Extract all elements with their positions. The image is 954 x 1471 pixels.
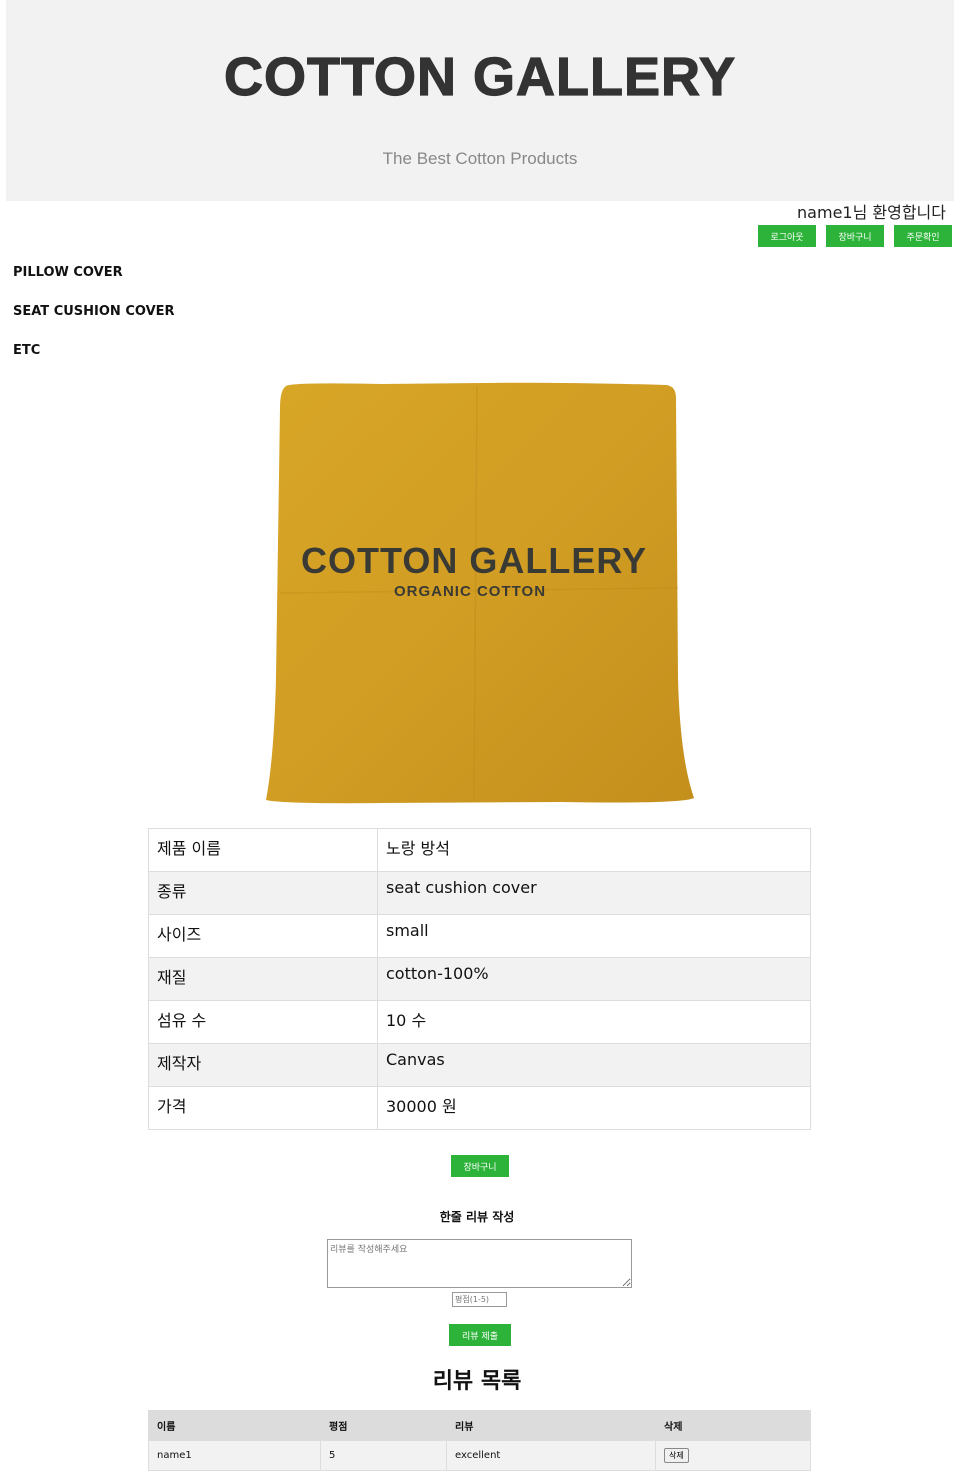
detail-value: small [377,914,811,958]
review-header-row: 이름 평점 리뷰 삭제 [148,1410,811,1441]
detail-label: 가격 [148,1086,378,1130]
product-details-table: 제품 이름 노랑 방석 종류 seat cushion cover 사이즈 sm… [148,828,811,1130]
user-actions: 로그아웃 장바구니 주문확인 [758,225,952,247]
detail-label: 종류 [148,871,378,915]
submit-review-button[interactable]: 리뷰 제출 [449,1324,511,1346]
table-row: 사이즈 small [148,914,811,958]
table-row: 재질 cotton-100% [148,957,811,1001]
nav-item-seat-cushion-cover[interactable]: SEAT CUSHION COVER [13,303,175,342]
table-row: 제작자 Canvas [148,1043,811,1087]
detail-label: 재질 [148,957,378,1001]
table-row: 종류 seat cushion cover [148,871,811,915]
review-form-heading: 한줄 리뷰 작성 [439,1210,515,1224]
detail-value: cotton-100% [377,957,811,1001]
detail-value: 10 수 [377,1000,811,1044]
detail-label: 제작자 [148,1043,378,1087]
site-header: COTTON GALLERY The Best Cotton Products [6,0,954,201]
review-list-heading: 리뷰 목록 [432,1369,522,1394]
fabric-brand-subtext: ORGANIC COTTON [394,583,546,600]
column-header-rating: 평점 [320,1410,447,1441]
cart-nav-button[interactable]: 장바구니 [826,225,884,247]
detail-value: seat cushion cover [377,871,811,915]
table-row: 가격 30000 원 [148,1086,811,1130]
table-row: 제품 이름 노랑 방석 [148,828,811,872]
product-image: COTTON GALLERY ORGANIC COTTON [266,382,694,804]
column-header-name: 이름 [148,1410,321,1441]
rating-input[interactable] [452,1292,507,1307]
review-table: 이름 평점 리뷰 삭제 name1 5 excellent 삭제 [148,1410,811,1471]
logout-button[interactable]: 로그아웃 [758,225,816,247]
table-row: name1 5 excellent 삭제 [148,1440,811,1471]
review-text: excellent [446,1440,656,1471]
add-to-cart-button[interactable]: 장바구니 [451,1155,509,1177]
review-text-input[interactable] [327,1239,632,1288]
fabric-brand-text: COTTON GALLERY [301,540,647,581]
column-header-delete: 삭제 [655,1410,811,1441]
delete-review-button[interactable]: 삭제 [664,1448,689,1463]
detail-value: 노랑 방석 [377,828,811,872]
site-title: COTTON GALLERY [223,46,736,107]
table-row: 섬유 수 10 수 [148,1000,811,1044]
category-nav: PILLOW COVER SEAT CUSHION COVER ETC [13,264,175,381]
review-delete-cell: 삭제 [655,1440,811,1471]
welcome-message: name1님 환영합니다 [797,203,946,222]
review-name: name1 [148,1440,321,1471]
nav-item-etc[interactable]: ETC [13,342,175,381]
detail-label: 섬유 수 [148,1000,378,1044]
nav-item-pillow-cover[interactable]: PILLOW COVER [13,264,175,303]
column-header-review: 리뷰 [446,1410,656,1441]
detail-label: 사이즈 [148,914,378,958]
detail-label: 제품 이름 [148,828,378,872]
order-check-button[interactable]: 주문확인 [894,225,952,247]
detail-value: Canvas [377,1043,811,1087]
site-subtitle: The Best Cotton Products [382,149,578,168]
review-rating: 5 [320,1440,447,1471]
detail-value: 30000 원 [377,1086,811,1130]
